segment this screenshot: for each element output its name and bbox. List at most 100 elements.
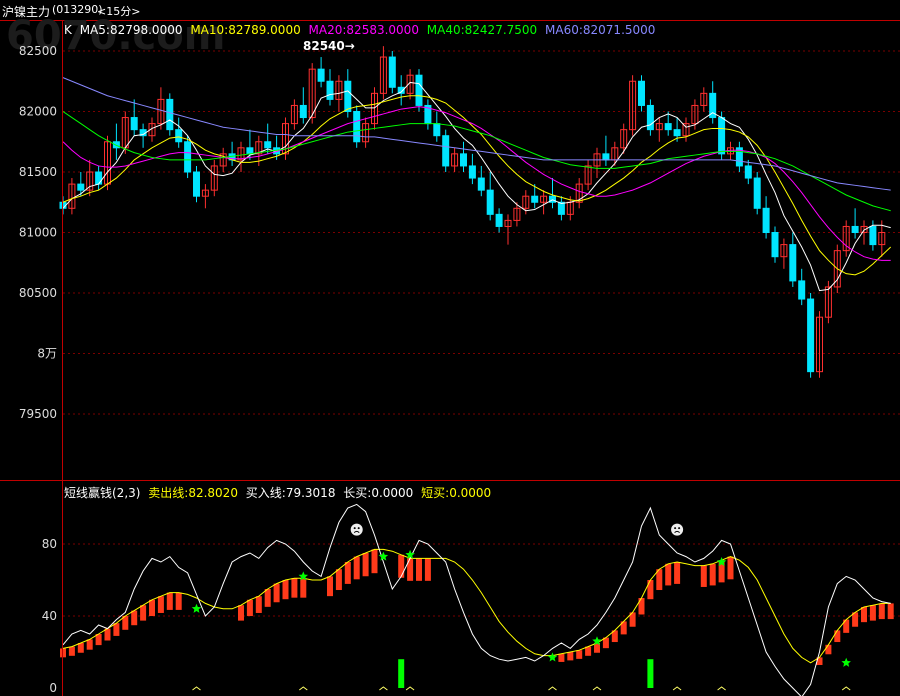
- sell-signal-bar: [558, 653, 565, 662]
- candle-body: [59, 201, 67, 209]
- sell-signal-bar: [878, 603, 885, 620]
- candle-body: [762, 207, 770, 234]
- candle-body: [353, 111, 361, 143]
- sell-signal-bar: [424, 558, 431, 581]
- marker-chevron-icon: [405, 686, 415, 691]
- buy-line: [62, 503, 891, 696]
- sell-signal-bar: [700, 565, 707, 587]
- long-buy-value: 长买:0.0000: [343, 486, 414, 500]
- price-y-tick-label: 79500: [19, 407, 57, 421]
- candle-body: [744, 165, 752, 179]
- marker-chevron-icon: [672, 686, 682, 691]
- candle-body: [193, 171, 200, 197]
- candle-body: [602, 153, 610, 161]
- sell-signal-bar: [131, 610, 138, 626]
- candle-body: [718, 117, 726, 155]
- marker-chevron-icon: [841, 686, 851, 691]
- price-y-tick-label: 81000: [19, 226, 57, 240]
- buy-line-value: 买入线:79.3018: [245, 486, 336, 500]
- buy-star-icon: [191, 603, 202, 613]
- sell-signal-bar: [238, 605, 244, 621]
- sell-signal-bar: [246, 599, 253, 617]
- price-chart-svg[interactable]: 82500 82000 81500 81000 80500 8万 79500: [0, 21, 900, 481]
- price-y-tick-label: 80500: [19, 286, 57, 300]
- ma-legend: K MA5:82798.0000 MA10:82789.0000 MA20:82…: [64, 23, 659, 37]
- candle-body: [771, 232, 779, 258]
- sell-signal-bar: [727, 556, 734, 580]
- candle-body: [468, 165, 476, 179]
- sell-signal-bar: [113, 623, 120, 636]
- indicator-legend: 短线赢钱(2,3) 卖出线:82.8020 买入线:79.3018 长买:0.0…: [64, 484, 495, 501]
- sell-signal-bar: [282, 580, 289, 600]
- candle-body: [495, 213, 503, 227]
- peak-price-label: 82540→: [303, 39, 355, 53]
- sell-signal-bar: [344, 562, 351, 584]
- sad-face-icon: [350, 523, 363, 536]
- ma5-line: [62, 81, 891, 292]
- sell-signal-bar: [86, 639, 93, 650]
- sell-signal-bar: [647, 580, 654, 600]
- candle-body: [388, 56, 396, 88]
- indicator-chart-svg[interactable]: 80 40 0: [0, 481, 900, 696]
- k-label: K: [64, 23, 72, 37]
- sell-signal-bar: [264, 589, 271, 607]
- price-chart-panel[interactable]: 6070.com 82500 82000 81500 81000 80500 8万 7950…: [0, 13, 900, 481]
- indicator-panel[interactable]: 80 40 0 短线赢钱(2,3) 卖出线:82.8020 买入线:79.3018 …: [0, 480, 900, 696]
- candle-body: [246, 147, 254, 155]
- marker-chevron-icon: [192, 686, 201, 691]
- candle-body: [638, 80, 645, 106]
- sell-signal-bar: [362, 553, 369, 577]
- indicator-y-tick-label: 80: [42, 537, 57, 551]
- sell-signal-bar: [335, 569, 342, 591]
- sell-signal-bar: [834, 630, 841, 643]
- sell-signal-bar: [869, 605, 876, 621]
- sell-signal-bar: [567, 652, 574, 661]
- sell-signal-bar: [149, 599, 155, 617]
- candle-body: [95, 171, 103, 185]
- indicator-y-axis-line: [62, 481, 63, 696]
- candle-body: [673, 129, 681, 137]
- ma5-legend: MA5:82798.0000: [79, 23, 183, 37]
- candle-body: [851, 225, 859, 233]
- candle-body: [184, 141, 192, 173]
- ma60-legend: MA60:82071.5000: [545, 23, 656, 37]
- sell-signal-bar: [291, 578, 298, 598]
- price-y-tick-label: 81500: [19, 165, 57, 179]
- candle-body: [77, 183, 85, 191]
- price-y-tick-label: 82000: [19, 105, 57, 119]
- candle-body: [753, 177, 761, 209]
- indicator-y-tick-label: 0: [49, 681, 57, 695]
- candle-body: [531, 195, 539, 203]
- candle-body: [433, 123, 441, 137]
- sell-signal-bar: [861, 607, 867, 623]
- sell-signal-bar: [255, 596, 262, 613]
- candle-body: [486, 189, 494, 215]
- sell-signal-bar: [576, 650, 583, 659]
- buy-star-icon: [841, 657, 851, 667]
- sell-signal-bar: [887, 603, 894, 620]
- buy-star-icon: [547, 652, 558, 662]
- price-y-tick-label: 8万: [37, 347, 57, 361]
- candle-body: [264, 141, 272, 149]
- marker-chevron-icon: [299, 686, 308, 691]
- candle-body: [557, 201, 565, 215]
- price-y-tick-label: 82500: [19, 44, 57, 58]
- face-eye: [357, 527, 360, 530]
- face-eye: [674, 527, 677, 530]
- candle-body: [807, 298, 815, 373]
- sell-signal-bar: [416, 558, 422, 581]
- sell-line-value: 卖出线:82.8020: [148, 486, 238, 500]
- sell-signal-bar: [273, 583, 280, 603]
- sell-signal-bar: [398, 554, 405, 578]
- candle-body: [130, 117, 138, 131]
- sell-signal-bar: [68, 646, 75, 656]
- buy-signal-bar: [647, 659, 654, 688]
- candle-body: [166, 98, 174, 131]
- marker-chevron-icon: [548, 686, 557, 691]
- candle-body: [664, 123, 672, 131]
- ma40-legend: MA40:82427.7500: [426, 23, 538, 37]
- sell-signal-bar: [327, 576, 333, 597]
- candle-body: [299, 104, 307, 119]
- sell-signal-bar: [300, 578, 307, 598]
- sad-face-icon: [671, 523, 684, 536]
